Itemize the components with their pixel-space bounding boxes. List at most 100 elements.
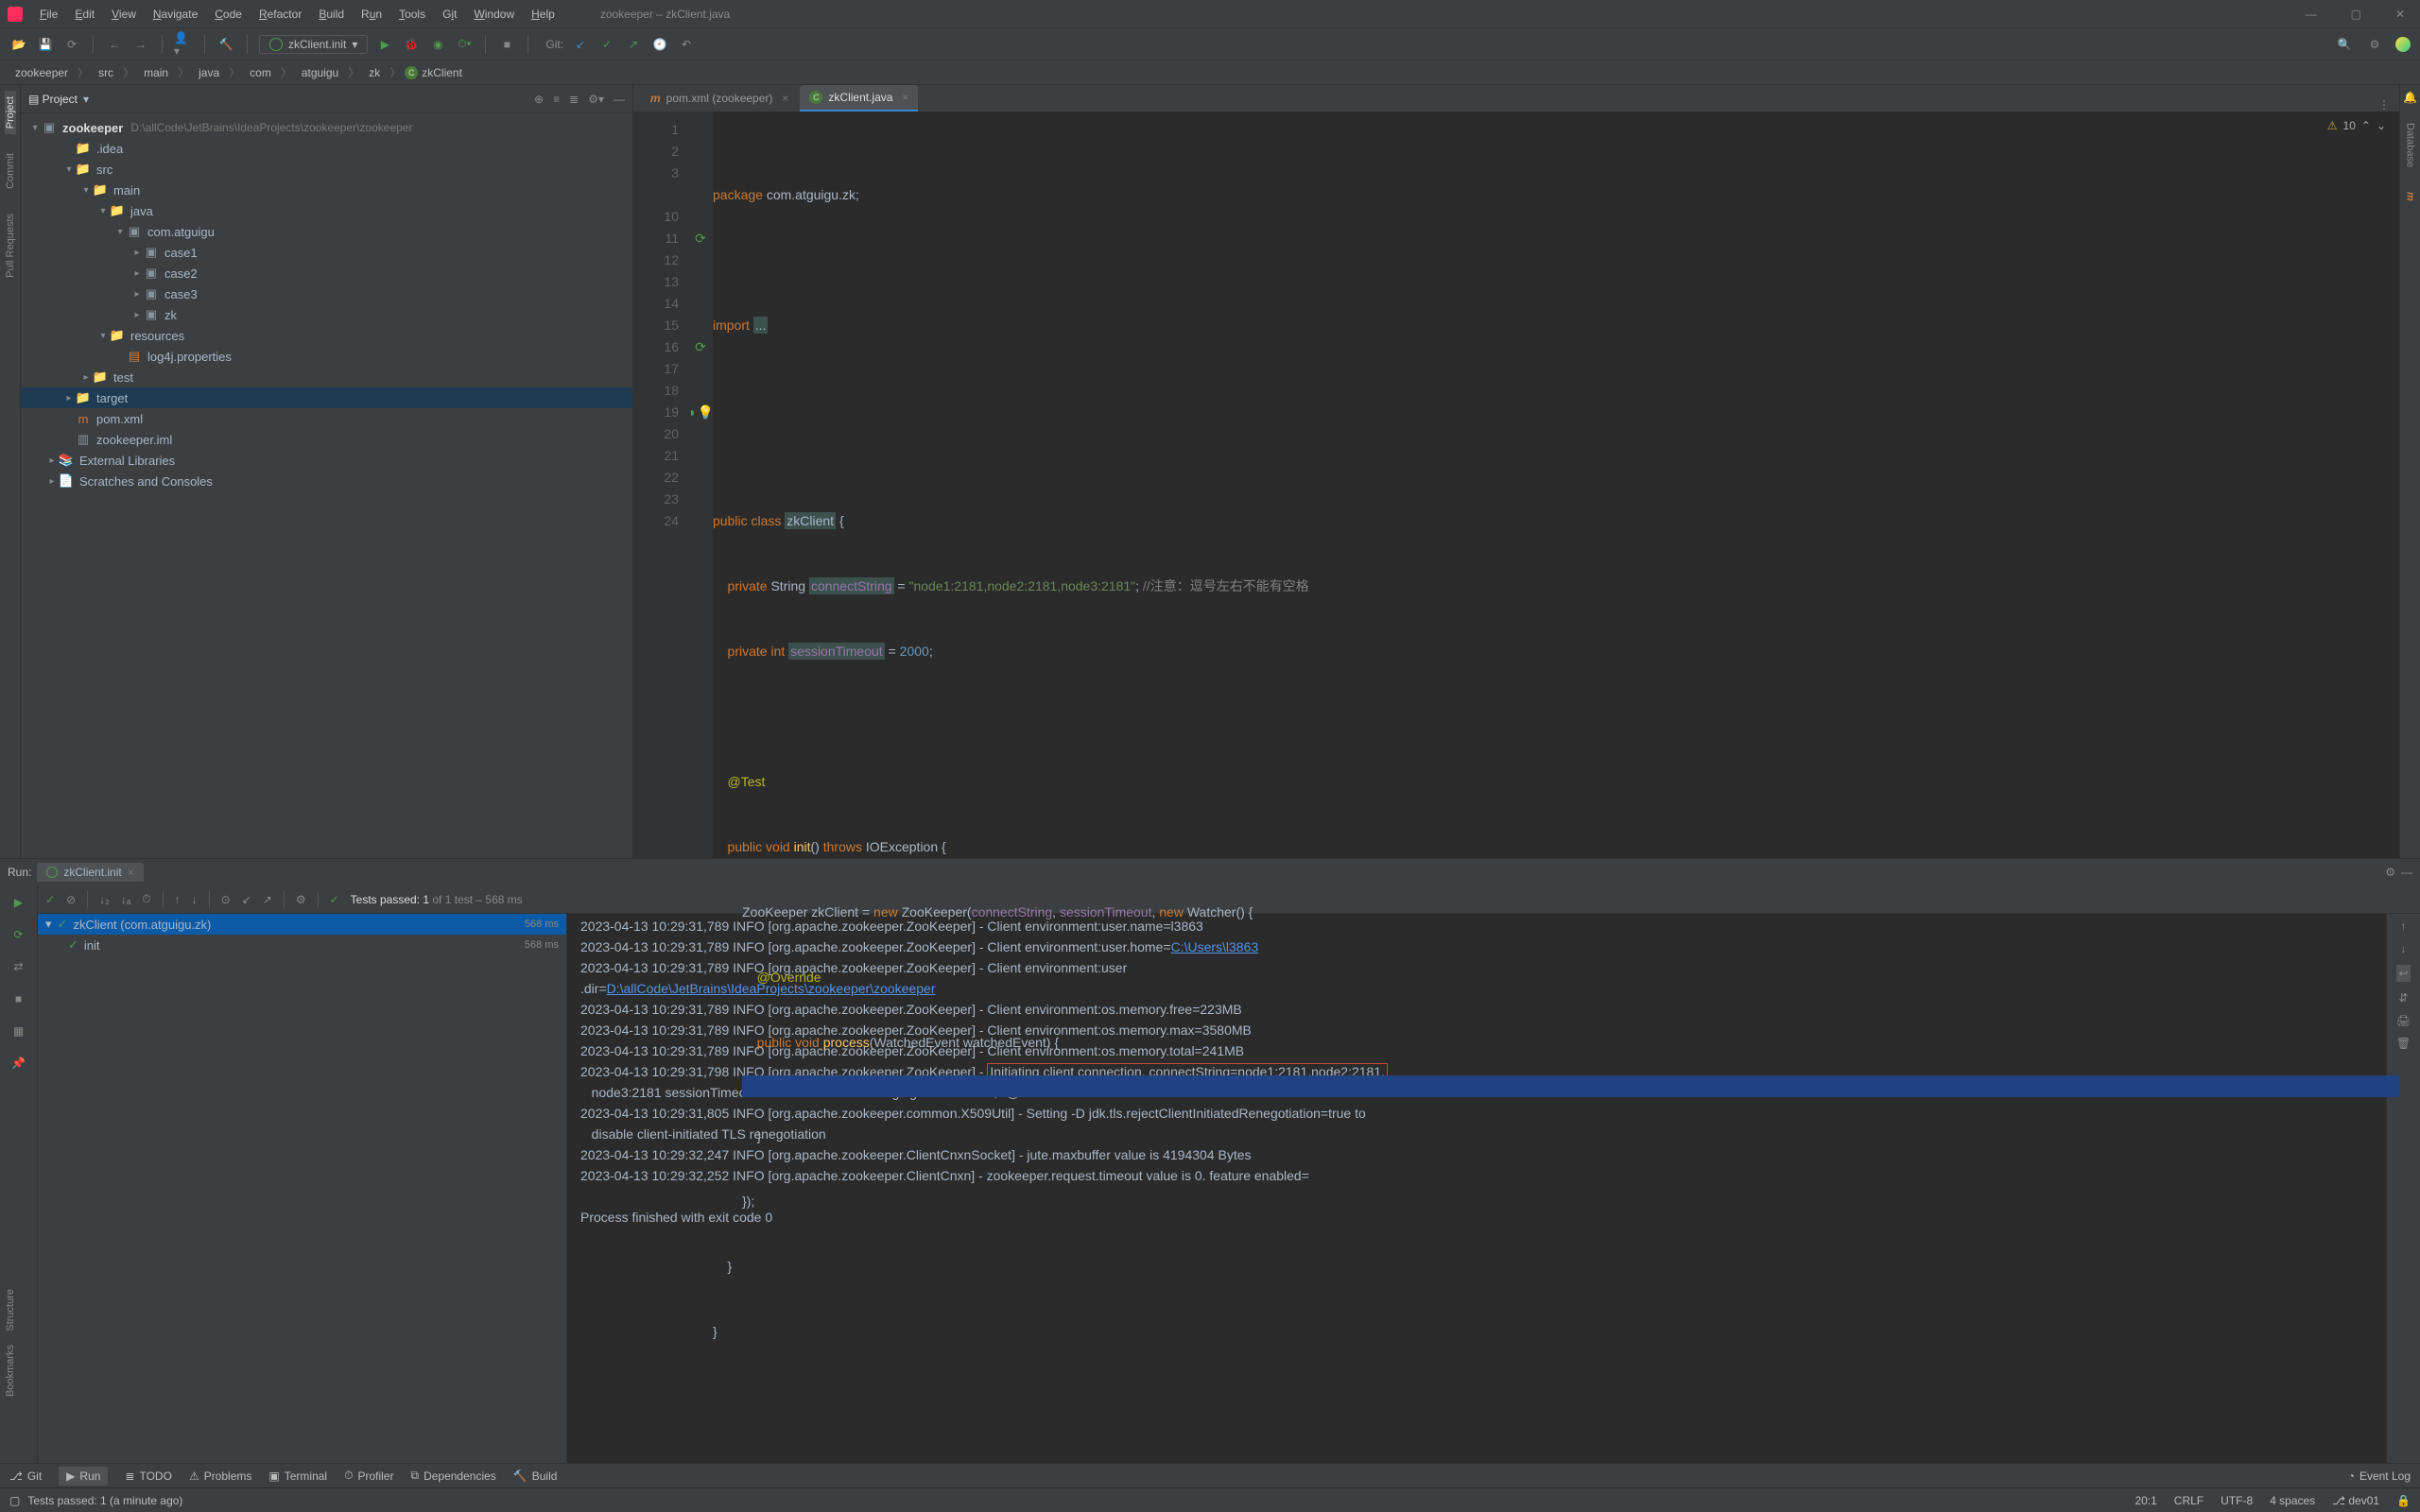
down-icon[interactable]: ↓: [2401, 942, 2407, 955]
crumb-current[interactable]: CzkClient: [405, 66, 462, 79]
toolwin-todo[interactable]: ≣ TODO: [125, 1469, 172, 1483]
open-icon[interactable]: 📂: [9, 35, 28, 54]
tree-item[interactable]: mpom.xml: [21, 408, 632, 429]
sidetab-pullreq[interactable]: Pull Requests: [5, 208, 16, 284]
tree-root[interactable]: ▾▣ zookeeper D:\allCode\JetBrains\IdeaPr…: [21, 117, 632, 138]
up-icon[interactable]: ↑: [175, 893, 181, 906]
sidetab-commit[interactable]: Commit: [5, 147, 16, 195]
run-tab[interactable]: zkClient.init ×: [37, 863, 143, 882]
tree-item[interactable]: ▸▣case3: [21, 284, 632, 304]
tree-item[interactable]: ▤log4j.properties: [21, 346, 632, 367]
settings-icon[interactable]: ⚙: [2365, 35, 2384, 54]
export-icon[interactable]: ⊙: [221, 893, 231, 906]
debug-icon[interactable]: 🐞: [402, 35, 421, 54]
minimize-button[interactable]: —: [2298, 4, 2325, 25]
tree-item[interactable]: ▸📁test: [21, 367, 632, 387]
menu-navigate[interactable]: Navigate: [146, 4, 205, 25]
tree-item[interactable]: ▾📁main: [21, 180, 632, 200]
sidetab-project[interactable]: Project: [5, 91, 16, 134]
menu-help[interactable]: Help: [524, 4, 562, 25]
close-icon[interactable]: ×: [128, 866, 134, 879]
tab-pom[interactable]: m pom.xml (zookeeper) ×: [641, 85, 798, 112]
crumb[interactable]: src: [93, 64, 119, 81]
sidetab-structure[interactable]: Structure: [5, 1289, 16, 1332]
tree-item[interactable]: ▸▣case2: [21, 263, 632, 284]
run-gutter-icon[interactable]: ⟳: [688, 336, 713, 358]
clock-icon[interactable]: ⏱: [142, 892, 150, 906]
event-log[interactable]: ◔ Event Log: [2348, 1469, 2411, 1483]
override-gutter-icon[interactable]: ◑💡: [688, 402, 713, 423]
tree-item[interactable]: ▾📁resources: [21, 325, 632, 346]
tree-item[interactable]: 📁.idea: [21, 138, 632, 159]
sort-icon[interactable]: ↓₂: [99, 893, 110, 906]
save-icon[interactable]: 💾: [36, 35, 55, 54]
crumb-root[interactable]: zookeeper: [9, 64, 74, 81]
search-icon[interactable]: 🔍: [2335, 35, 2354, 54]
test-tree-item[interactable]: ▾✓zkClient (com.atguigu.zk)568 ms: [38, 914, 566, 935]
sort-icon[interactable]: ↓ₐ: [121, 893, 130, 906]
test-tree[interactable]: ▾✓zkClient (com.atguigu.zk)568 ms✓init56…: [38, 914, 567, 1463]
hide-panel-icon[interactable]: —: [614, 93, 625, 106]
menu-build[interactable]: Build: [311, 4, 352, 25]
menu-edit[interactable]: Edit: [67, 4, 102, 25]
tree-item[interactable]: ▾📁java: [21, 200, 632, 221]
settings-icon[interactable]: ⚙▾: [588, 93, 604, 106]
layout-icon[interactable]: ▦: [8, 1020, 30, 1042]
down-icon[interactable]: ↓: [192, 893, 198, 906]
git-history-icon[interactable]: 🕘: [650, 35, 669, 54]
tabs-menu-icon[interactable]: ⋮: [2378, 98, 2399, 112]
tree-item[interactable]: ▸📄Scratches and Consoles: [21, 471, 632, 491]
project-tree[interactable]: ▾▣ zookeeper D:\allCode\JetBrains\IdeaPr…: [21, 113, 632, 858]
menu-run[interactable]: Run: [354, 4, 389, 25]
rerun-failed-icon[interactable]: ⟳: [8, 923, 30, 946]
toolwin-terminal[interactable]: ▣ Terminal: [268, 1469, 327, 1483]
codewithme-icon[interactable]: [2395, 37, 2411, 52]
git-update-icon[interactable]: ↙: [571, 35, 590, 54]
status-icon[interactable]: ▢: [9, 1494, 20, 1507]
encoding[interactable]: UTF-8: [2221, 1494, 2253, 1507]
menu-view[interactable]: View: [104, 4, 144, 25]
crumb[interactable]: zk: [363, 64, 386, 81]
notifications-icon[interactable]: 🔔: [2403, 91, 2417, 104]
select-opened-icon[interactable]: ⊕: [534, 93, 544, 106]
git-branch[interactable]: ⎇ dev01: [2332, 1494, 2379, 1507]
crumb[interactable]: atguigu: [296, 64, 344, 81]
run-gutter-icon[interactable]: ⟳: [688, 228, 713, 249]
check-icon[interactable]: ✓: [45, 893, 55, 906]
collapse-icon[interactable]: ≣: [569, 93, 579, 106]
caret-position[interactable]: 20:1: [2135, 1494, 2156, 1507]
inspection-widget[interactable]: ⚠ 10 ⌃ ⌄: [2327, 115, 2386, 137]
tree-item[interactable]: ▸📁target: [21, 387, 632, 408]
code-area[interactable]: ⚠ 10 ⌃ ⌄ package com.atguigu.zk; import …: [713, 112, 2399, 1386]
menu-window[interactable]: Window: [466, 4, 522, 25]
menu-git[interactable]: Git: [435, 4, 464, 25]
run-icon[interactable]: ▶: [375, 35, 394, 54]
hammer-build-icon[interactable]: 🔨: [216, 35, 235, 54]
menu-refactor[interactable]: Refactor: [251, 4, 309, 25]
close-button[interactable]: ✕: [2388, 4, 2412, 25]
scroll-icon[interactable]: ⇵: [2398, 991, 2408, 1005]
disabled-icon[interactable]: ⊘: [66, 893, 76, 906]
git-commit-icon[interactable]: ✓: [597, 35, 616, 54]
forward-icon[interactable]: →: [131, 35, 150, 54]
profile-icon[interactable]: ⏱▾: [455, 35, 474, 54]
maximize-button[interactable]: ▢: [2343, 4, 2369, 25]
sync-icon[interactable]: ⟳: [62, 35, 81, 54]
sidetab-bookmarks[interactable]: Bookmarks: [5, 1345, 16, 1397]
expand-icon[interactable]: ↗: [263, 893, 272, 906]
test-tree-item[interactable]: ✓init568 ms: [38, 935, 566, 955]
toolwin-git[interactable]: ⎇ Git: [9, 1469, 42, 1483]
line-sep[interactable]: CRLF: [2174, 1494, 2204, 1507]
menu-tools[interactable]: Tools: [391, 4, 433, 25]
import-icon[interactable]: ↙: [242, 893, 251, 906]
git-rollback-icon[interactable]: ↶: [677, 35, 696, 54]
tree-item[interactable]: ▾▣com.atguigu: [21, 221, 632, 242]
chevron-down-icon[interactable]: ▾: [83, 93, 89, 106]
run-config-dropdown[interactable]: zkClient.init ▾: [259, 35, 368, 54]
tree-item[interactable]: ▸▣case1: [21, 242, 632, 263]
tab-zkclient[interactable]: C zkClient.java ×: [800, 85, 918, 112]
hide-panel-icon[interactable]: —: [2401, 866, 2412, 879]
lock-icon[interactable]: 🔒: [2396, 1494, 2411, 1507]
chevron-up-icon[interactable]: ⌃: [2361, 115, 2371, 137]
user-icon[interactable]: 👤▾: [174, 35, 193, 54]
